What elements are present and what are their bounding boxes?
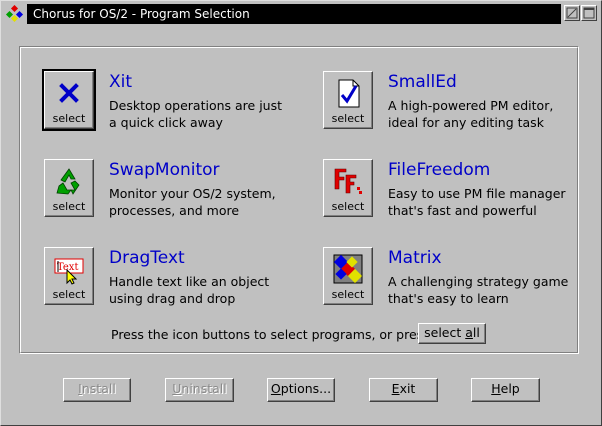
program-desc-line1: Easy to use PM file manager <box>388 186 566 201</box>
program-desc-line1: Handle text like an object <box>109 274 270 289</box>
system-menu-icon[interactable] <box>5 5 25 23</box>
program-name-filefreedom: FileFreedom <box>388 160 491 180</box>
ff-logo-icon <box>334 168 362 194</box>
document-check-icon <box>338 79 360 108</box>
maximize-button[interactable] <box>581 5 597 21</box>
minimize-button[interactable] <box>564 5 580 21</box>
select-label: select <box>52 288 86 301</box>
program-desc-line2: a quick click away <box>109 115 223 130</box>
program-name-swapmonitor: SwapMonitor <box>109 160 220 180</box>
select-button-swapmonitor[interactable]: select <box>44 159 94 217</box>
instruction-text: Press the icon buttons to select program… <box>111 327 430 342</box>
program-desc-line2: that's fast and powerful <box>388 203 537 218</box>
program-desc-line1: Monitor your OS/2 system, <box>109 186 276 201</box>
select-all-button[interactable]: select all <box>418 323 486 344</box>
program-name-matrix: Matrix <box>388 248 442 268</box>
program-desc-line2: using drag and drop <box>109 291 236 306</box>
install-button[interactable]: Install <box>63 378 131 402</box>
exit-button[interactable]: Exit <box>369 378 438 402</box>
program-desc-line2: that's easy to learn <box>388 291 509 306</box>
program-desc-line2: ideal for any editing task <box>388 115 544 130</box>
program-desc-line1: Desktop operations are just <box>109 98 283 113</box>
program-desc-line1: A high-powered PM editor, <box>388 98 554 113</box>
program-name-smalled: SmallEd <box>388 72 457 92</box>
select-button-smalled[interactable]: select <box>323 71 373 129</box>
select-button-dragtext[interactable]: Text select <box>44 247 94 305</box>
x-icon <box>56 80 82 106</box>
window-title: Chorus for OS/2 - Program Selection <box>27 4 561 24</box>
program-name-dragtext: DragText <box>109 248 185 268</box>
program-name-xit: Xit <box>109 72 133 92</box>
select-label: select <box>52 200 86 213</box>
maximize-icon <box>583 7 595 19</box>
diamond-grid-icon <box>333 254 363 284</box>
select-button-filefreedom[interactable]: select <box>323 159 373 217</box>
program-desc-line1: A challenging strategy game <box>388 274 569 289</box>
minimize-icon <box>566 7 578 19</box>
title-bar[interactable]: Chorus for OS/2 - Program Selection <box>3 4 599 24</box>
program-desc-line2: processes, and more <box>109 203 240 218</box>
select-label: select <box>331 200 365 213</box>
text-cursor-icon: Text <box>54 258 84 285</box>
help-button[interactable]: Help <box>471 378 540 402</box>
select-label: select <box>331 112 365 125</box>
select-button-xit[interactable]: select <box>42 69 96 131</box>
select-label: select <box>52 112 86 125</box>
recycle-icon <box>56 168 80 195</box>
select-label: select <box>331 288 365 301</box>
select-button-matrix[interactable]: select <box>323 247 373 305</box>
uninstall-button[interactable]: Uninstall <box>165 378 234 402</box>
options-button[interactable]: Options... <box>267 378 335 402</box>
program-selection-window: Chorus for OS/2 - Program Selection sele… <box>0 0 602 426</box>
